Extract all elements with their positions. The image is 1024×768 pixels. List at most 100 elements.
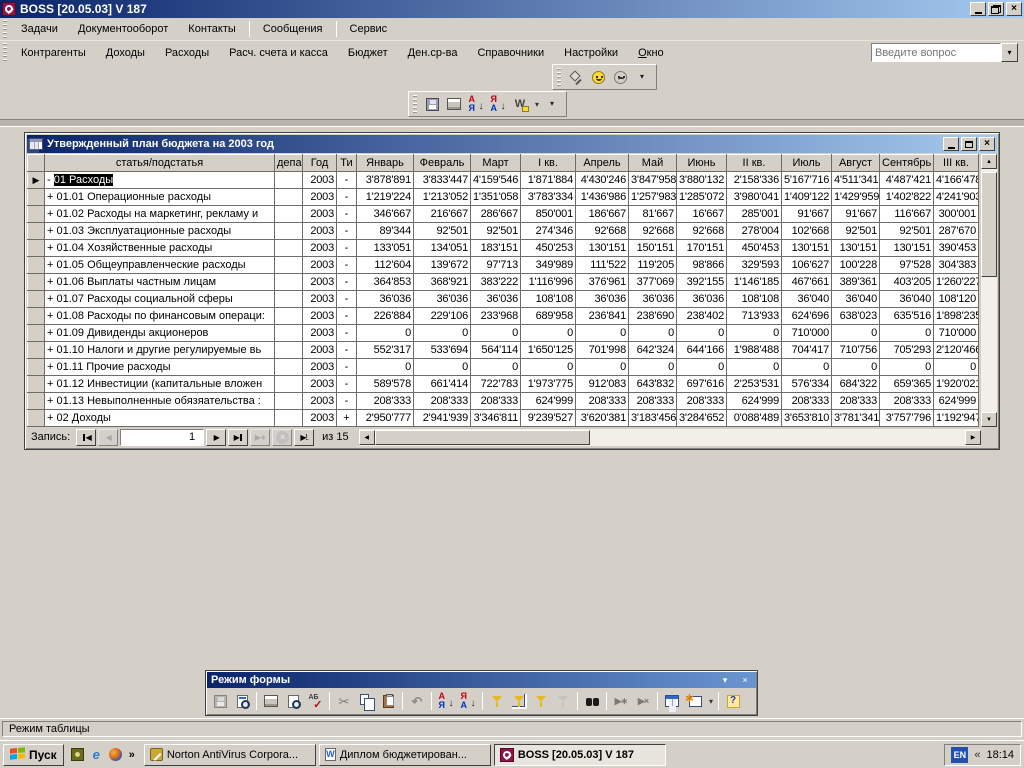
column-header[interactable]: Год [303,155,337,172]
value-cell[interactable]: 36'036 [471,291,521,308]
value-cell[interactable]: 1'920'021 [934,376,979,393]
language-indicator[interactable]: EN [951,747,968,763]
column-header[interactable]: Апрель [576,155,629,172]
next-record-button[interactable]: ▶ [206,429,226,446]
media-player-icon[interactable] [109,748,122,761]
department-cell[interactable] [275,291,303,308]
child-close-button[interactable]: × [979,137,995,151]
value-cell[interactable]: 659'365 [880,376,934,393]
value-cell[interactable]: 4'511'341 [832,172,880,189]
row-selector[interactable] [28,189,45,206]
vertical-scrollbar[interactable]: ▲ ▼ [981,154,997,427]
value-cell[interactable]: 0 [677,325,727,342]
year-cell[interactable]: 2003 [303,223,337,240]
row-selector[interactable] [28,223,45,240]
value-cell[interactable]: 2'941'939 [414,410,471,427]
row-selector[interactable] [28,325,45,342]
value-cell[interactable]: 170'151 [677,240,727,257]
article-cell[interactable]: + 01.13 Невыполненные обязяательства : [45,393,275,410]
value-cell[interactable]: 329'593 [727,257,782,274]
value-cell[interactable]: 643'832 [629,376,677,393]
value-cell[interactable]: 3'620'381 [576,410,629,427]
value-cell[interactable]: 638'023 [832,308,880,325]
type-cell[interactable]: - [337,223,357,240]
value-cell[interactable]: 0 [832,325,880,342]
type-cell[interactable]: - [337,240,357,257]
value-cell[interactable]: 1'988'488 [727,342,782,359]
value-cell[interactable]: 208'333 [677,393,727,410]
office-links-button[interactable]: W▾ [509,93,531,115]
save-button[interactable] [209,690,231,712]
show-desktop-icon[interactable] [71,748,84,761]
article-cell[interactable]: + 01.01 Операционные расходы [45,189,275,206]
value-cell[interactable]: 1'116'996 [521,274,576,291]
value-cell[interactable]: 130'151 [832,240,880,257]
article-cell[interactable]: + 01.02 Расходы на маркетинг, рекламу и [45,206,275,223]
department-cell[interactable] [275,223,303,240]
value-cell[interactable]: 1'973'775 [521,376,576,393]
type-cell[interactable]: - [337,274,357,291]
column-header[interactable]: статья/подстатья [45,155,275,172]
value-cell[interactable]: 684'322 [832,376,880,393]
row-selector[interactable] [28,257,45,274]
value-cell[interactable]: 89'344 [357,223,414,240]
child-maximize-button[interactable] [961,137,977,151]
department-cell[interactable] [275,393,303,410]
toolbar-close-icon[interactable]: × [738,675,752,685]
value-cell[interactable]: 278'004 [727,223,782,240]
value-cell[interactable]: 119'205 [629,257,677,274]
year-cell[interactable]: 2003 [303,189,337,206]
spelling-button[interactable] [304,690,326,712]
value-cell[interactable]: 642'324 [629,342,677,359]
value-cell[interactable]: 1'436'986 [576,189,629,206]
year-cell[interactable]: 2003 [303,359,337,376]
horizontal-scroll-thumb[interactable] [375,430,590,445]
value-cell[interactable]: 92'501 [471,223,521,240]
value-cell[interactable]: 0 [357,359,414,376]
value-cell[interactable]: 91'667 [782,206,832,223]
menu-item[interactable]: Контакты [178,20,246,38]
year-cell[interactable]: 2003 [303,172,337,189]
column-header[interactable]: Сентябрь [880,155,934,172]
row-selector[interactable] [28,274,45,291]
menu-item[interactable]: Задачи [11,20,68,38]
value-cell[interactable]: 1'402'822 [880,189,934,206]
year-cell[interactable]: 2003 [303,274,337,291]
filter-by-selection-button[interactable] [486,690,508,712]
value-cell[interactable]: 36'036 [677,291,727,308]
value-cell[interactable]: 130'151 [880,240,934,257]
value-cell[interactable]: 108'120 [934,291,979,308]
sort-ascending-button[interactable]: ↓ [435,690,457,712]
row-selector[interactable]: ▶ [28,172,45,189]
value-cell[interactable]: 0 [414,325,471,342]
value-cell[interactable]: 644'166 [677,342,727,359]
value-cell[interactable]: 91'667 [832,206,880,223]
row-selector[interactable] [28,393,45,410]
value-cell[interactable]: 377'069 [629,274,677,291]
vertical-scroll-track[interactable] [981,277,997,412]
article-cell[interactable]: - 01 Расходы [45,172,275,189]
value-cell[interactable]: 274'346 [521,223,576,240]
print-preview-button[interactable] [282,690,304,712]
scroll-up-icon[interactable]: ▲ [981,154,997,169]
value-cell[interactable]: 36'036 [629,291,677,308]
value-cell[interactable]: 0 [521,325,576,342]
value-cell[interactable]: 92'668 [677,223,727,240]
search-input[interactable] [871,43,1001,62]
value-cell[interactable]: 36'036 [357,291,414,308]
value-cell[interactable]: 705'293 [880,342,934,359]
value-cell[interactable]: 346'667 [357,206,414,223]
department-cell[interactable] [275,240,303,257]
value-cell[interactable]: 450'253 [521,240,576,257]
department-cell[interactable] [275,206,303,223]
column-header[interactable]: III кв. [934,155,979,172]
value-cell[interactable]: 0 [782,359,832,376]
value-cell[interactable]: 108'108 [521,291,576,308]
find-button[interactable] [581,690,603,712]
toolbar-options-icon[interactable]: ▾ [718,675,732,686]
value-cell[interactable]: 0 [629,325,677,342]
value-cell[interactable]: 3'346'811 [471,410,521,427]
value-cell[interactable]: 304'383 [934,257,979,274]
value-cell[interactable]: 1'409'122 [782,189,832,206]
value-cell[interactable]: 392'155 [677,274,727,291]
